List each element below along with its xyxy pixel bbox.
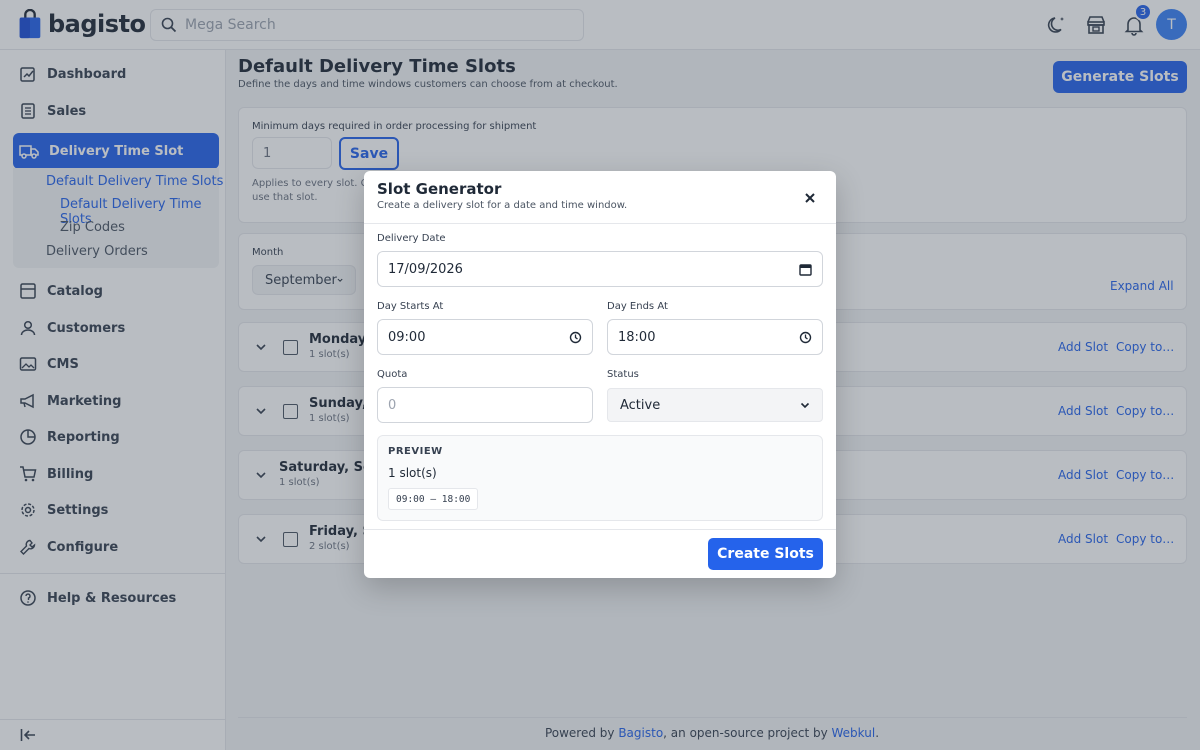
clock-icon[interactable] <box>799 331 812 344</box>
quota-label: Quota <box>377 369 408 380</box>
modal-divider <box>364 223 836 224</box>
create-slots-button[interactable]: Create Slots <box>708 538 823 570</box>
preview-slot-chip: 09:00 – 18:00 <box>388 488 479 510</box>
preview-label: PREVIEW <box>388 446 443 457</box>
delivery-date-input[interactable]: 17/09/2026 <box>377 251 823 287</box>
quota-input[interactable]: 0 <box>377 387 593 423</box>
day-starts-input[interactable]: 09:00 <box>377 319 593 355</box>
modal-subtitle: Create a delivery slot for a date and ti… <box>377 200 628 211</box>
status-label: Status <box>607 369 639 380</box>
close-icon[interactable] <box>802 190 818 206</box>
day-ends-input[interactable]: 18:00 <box>607 319 823 355</box>
slot-generator-modal: Slot Generator Create a delivery slot fo… <box>364 171 836 578</box>
status-select-value: Active <box>620 397 661 413</box>
preview-panel: PREVIEW 1 slot(s) 09:00 – 18:00 <box>377 435 823 521</box>
delivery-date-value: 17/09/2026 <box>388 261 463 277</box>
clock-icon[interactable] <box>569 331 582 344</box>
day-starts-label: Day Starts At <box>377 301 444 312</box>
day-ends-value: 18:00 <box>618 329 656 345</box>
preview-count: 1 slot(s) <box>388 466 437 480</box>
modal-divider <box>364 529 836 530</box>
calendar-icon[interactable] <box>799 263 812 276</box>
modal-title: Slot Generator <box>377 180 502 198</box>
delivery-date-label: Delivery Date <box>377 233 446 244</box>
chevron-down-icon <box>800 402 810 409</box>
status-select[interactable]: Active <box>607 388 823 422</box>
day-starts-value: 09:00 <box>388 329 426 345</box>
day-ends-label: Day Ends At <box>607 301 668 312</box>
